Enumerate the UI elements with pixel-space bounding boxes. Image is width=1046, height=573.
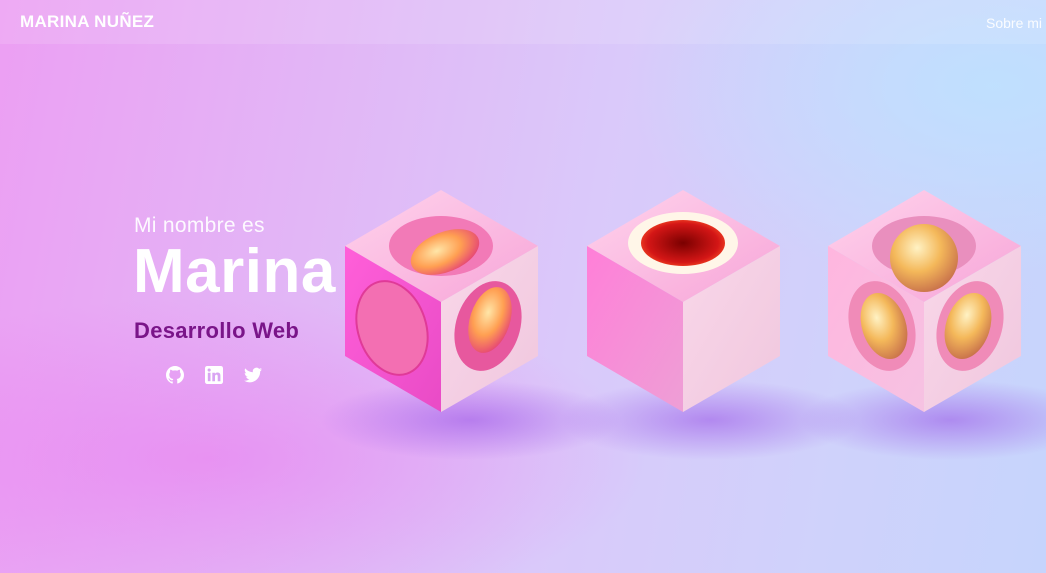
navbar: MARINA NUÑEZ Sobre mi: [0, 0, 1046, 44]
hero-intro: Mi nombre es: [134, 214, 265, 237]
cube-3: [828, 190, 1021, 412]
cube-1: [345, 190, 538, 412]
social-links: [166, 366, 262, 384]
cube-2: [587, 190, 780, 412]
brand-logo-text[interactable]: MARINA NUÑEZ: [20, 12, 154, 32]
twitter-icon[interactable]: [244, 366, 262, 384]
hero-role: Desarrollo Web: [134, 318, 300, 343]
hero-name: Marina: [133, 237, 336, 306]
github-icon[interactable]: [166, 366, 184, 384]
nav-link-sobre-mi[interactable]: Sobre mi: [986, 15, 1042, 31]
linkedin-icon[interactable]: [205, 366, 223, 384]
